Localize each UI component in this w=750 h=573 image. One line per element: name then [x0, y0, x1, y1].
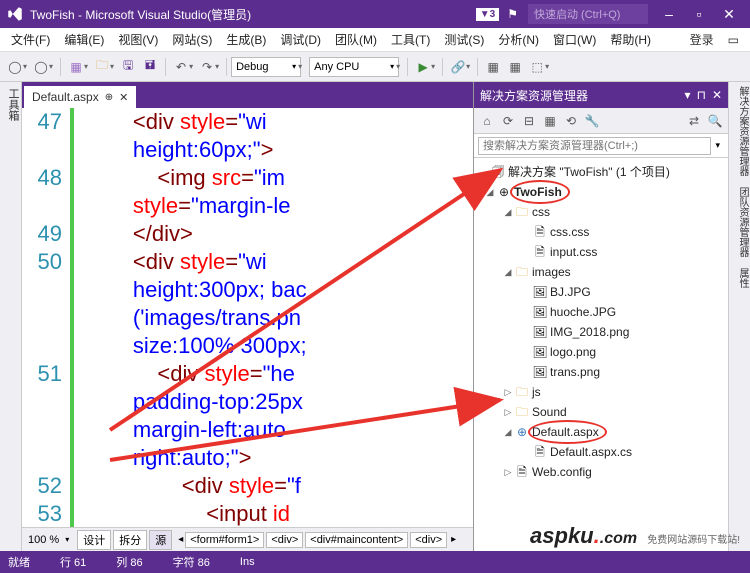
status-col: 列 86	[116, 554, 142, 570]
source-view-button[interactable]: 源	[149, 530, 172, 550]
save-button[interactable]: 🖫	[117, 56, 139, 78]
status-ins: Ins	[240, 556, 255, 568]
folder-sound[interactable]: Sound	[532, 402, 567, 422]
sync-icon[interactable]: ⟳	[499, 112, 517, 130]
view-icon[interactable]: 🔍	[706, 112, 724, 130]
search-dropdown-icon[interactable]: ▾	[711, 140, 724, 151]
maximize-button[interactable]: ▫	[684, 6, 714, 22]
panel-title: 解决方案资源管理器	[480, 87, 588, 104]
crumb-div1[interactable]: <div>	[266, 532, 303, 548]
menu-tools[interactable]: 工具(T)	[384, 28, 437, 51]
platform-combo[interactable]: Any CPU▾	[309, 57, 399, 77]
right-side-tabs[interactable]: 解决方案资源管理器 团队资源管理器 属性	[728, 82, 750, 551]
toolbox-panel-tab[interactable]: 工具箱	[0, 82, 22, 551]
vs-logo-icon	[6, 5, 24, 23]
line-gutter: 47484950515253	[22, 108, 74, 527]
status-bar: 就绪 行 61 列 86 字符 86 Ins	[0, 551, 750, 573]
file-logo-png[interactable]: logo.png	[550, 342, 596, 362]
solution-explorer: 解决方案资源管理器 ▾ ⊓ ✕ ⌂ ⟳ ⊟ ▦ ⟲ 🔧 ⇄ 🔍 ▾ 🗐解决方案 "T…	[473, 82, 728, 551]
solution-root[interactable]: 解决方案 "TwoFish" (1 个项目)	[508, 162, 670, 182]
crumb-maincontent[interactable]: <div#maincontent>	[305, 532, 408, 548]
status-line: 行 61	[60, 554, 86, 570]
menu-edit[interactable]: 编辑(E)	[57, 28, 111, 51]
refresh-icon[interactable]: ⟲	[562, 112, 580, 130]
file-default-aspx[interactable]: Default.aspx	[532, 422, 599, 442]
menu-view[interactable]: 视图(V)	[111, 28, 165, 51]
menu-help[interactable]: 帮助(H)	[603, 28, 658, 51]
solution-tree[interactable]: 🗐解决方案 "TwoFish" (1 个项目) ◢⊕TwoFish ◢🗀css …	[474, 158, 728, 551]
minimize-button[interactable]: –	[654, 6, 684, 22]
user-icon[interactable]: ▭	[721, 30, 746, 50]
properties-icon[interactable]: 🔧	[583, 112, 601, 130]
show-all-icon[interactable]: ▦	[541, 112, 559, 130]
home-icon[interactable]: ⌂	[478, 112, 496, 130]
menu-build[interactable]: 生成(B)	[219, 28, 273, 51]
feedback-icon[interactable]: ⚑	[507, 7, 518, 21]
design-view-button[interactable]: 设计	[77, 530, 111, 550]
file-default-aspx-cs[interactable]: Default.aspx.cs	[550, 442, 632, 462]
status-char: 字符 86	[173, 554, 210, 570]
file-css-css[interactable]: css.css	[550, 222, 589, 242]
panel-menu-icon[interactable]: ▾	[685, 88, 691, 102]
zoom-combo[interactable]: 100 %	[22, 534, 65, 546]
menu-team[interactable]: 团队(M)	[328, 28, 384, 51]
crumb-div2[interactable]: <div>	[410, 532, 447, 548]
status-ready: 就绪	[8, 554, 30, 570]
menu-analyze[interactable]: 分析(N)	[491, 28, 546, 51]
file-web-config[interactable]: Web.config	[532, 462, 592, 482]
close-button[interactable]: ✕	[714, 6, 744, 23]
project-twofish[interactable]: TwoFish	[514, 182, 562, 202]
window-title: TwoFish - Microsoft Visual Studio(管理员)	[30, 6, 472, 23]
login-button[interactable]: 登录	[683, 28, 721, 51]
watermark: aspku..com 免费网站源码下载站!	[530, 523, 740, 549]
tool-btn-2[interactable]: ▦	[504, 56, 526, 78]
save-all-button[interactable]: 🖬	[139, 56, 161, 78]
editor-area: Default.aspx ⊕ ✕ 47484950515253 <div sty…	[22, 82, 473, 551]
code-content[interactable]: <div style="wi height:60px;"> <img src="…	[74, 108, 473, 527]
editor-bottom-bar: 100 %▾ 设计 拆分 源 ◂ <form#form1> <div> <div…	[22, 527, 473, 551]
solution-explorer-title: 解决方案资源管理器 ▾ ⊓ ✕	[474, 82, 728, 108]
split-view-button[interactable]: 拆分	[113, 530, 147, 550]
solution-toolbar: ⌂ ⟳ ⊟ ▦ ⟲ 🔧 ⇄ 🔍	[474, 108, 728, 134]
main-toolbar: ◯▾ ◯▾ ▦▾ 🗀▾ 🖫 🖬 ↶▾ ↷▾ Debug▾ ▾ Any CPU▾ …	[0, 52, 750, 82]
title-bar: TwoFish - Microsoft Visual Studio(管理员) ▼…	[0, 0, 750, 28]
menu-test[interactable]: 测试(S)	[437, 28, 491, 51]
quick-launch-input[interactable]: 快速启动 (Ctrl+Q)	[528, 4, 648, 24]
close-panel-icon[interactable]: ✕	[712, 88, 722, 102]
crumb-form[interactable]: <form#form1>	[185, 532, 264, 548]
folder-images[interactable]: images	[532, 262, 571, 282]
menu-bar: 文件(F) 编辑(E) 视图(V) 网站(S) 生成(B) 调试(D) 团队(M…	[0, 28, 750, 52]
folder-js[interactable]: js	[532, 382, 541, 402]
file-img2018-png[interactable]: IMG_2018.png	[550, 322, 629, 342]
tab-default-aspx[interactable]: Default.aspx ⊕ ✕	[24, 86, 136, 108]
solution-search-input[interactable]	[478, 137, 711, 155]
menu-site[interactable]: 网站(S)	[165, 28, 219, 51]
tab-label: Default.aspx	[32, 90, 99, 104]
folder-css[interactable]: css	[532, 202, 550, 222]
filter-icon[interactable]: ⇄	[685, 112, 703, 130]
solution-search: ▾	[474, 134, 728, 158]
file-input-css[interactable]: input.css	[550, 242, 597, 262]
file-huoche-jpg[interactable]: huoche.JPG	[550, 302, 616, 322]
document-tabs: Default.aspx ⊕ ✕	[22, 82, 473, 108]
collapse-icon[interactable]: ⊟	[520, 112, 538, 130]
config-combo[interactable]: Debug▾	[231, 57, 301, 77]
menu-debug[interactable]: 调试(D)	[273, 28, 328, 51]
file-bj-jpg[interactable]: BJ.JPG	[550, 282, 591, 302]
tool-btn-1[interactable]: ▦	[482, 56, 504, 78]
menu-file[interactable]: 文件(F)	[4, 28, 57, 51]
pinned-icon[interactable]: ⊕	[105, 92, 113, 103]
close-tab-icon[interactable]: ✕	[119, 91, 128, 104]
file-trans-png[interactable]: trans.png	[550, 362, 600, 382]
code-editor[interactable]: 47484950515253 <div style="wi height:60p…	[22, 108, 473, 527]
pin-icon[interactable]: ⊓	[697, 88, 706, 102]
menu-window[interactable]: 窗口(W)	[546, 28, 603, 51]
notification-badge[interactable]: ▼3	[476, 8, 499, 21]
